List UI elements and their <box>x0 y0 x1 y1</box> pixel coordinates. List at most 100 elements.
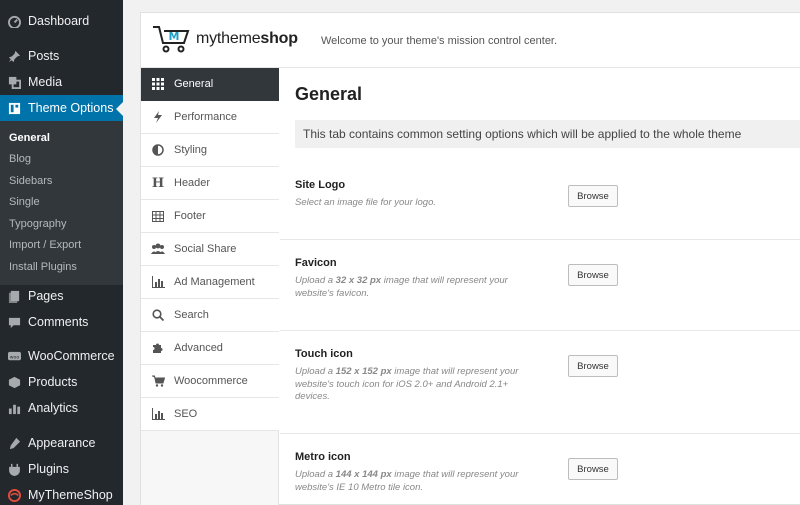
tab-label: SEO <box>174 408 198 420</box>
sidebar-item-products[interactable]: Products <box>0 369 123 395</box>
divider <box>280 239 800 240</box>
divider <box>280 433 800 434</box>
sidebar-item-appearance[interactable]: Appearance <box>0 430 123 456</box>
tab-label: Styling <box>174 144 208 156</box>
submenu-item-install-plugins[interactable]: Install Plugins <box>9 261 77 273</box>
browse-button[interactable]: Browse <box>568 264 618 286</box>
submenu-item-typography[interactable]: Typography <box>9 218 66 230</box>
option-description: Upload a 32 x 32 px image that will repr… <box>295 275 508 299</box>
sidebar-item-label: Theme Options <box>28 101 114 115</box>
media-icon <box>7 75 21 89</box>
analytics-icon <box>7 401 21 415</box>
cart-logo-icon: M <box>153 26 190 53</box>
browse-button[interactable]: Browse <box>568 355 618 377</box>
admin-sidebar: Dashboard Posts Media Theme Options Gene… <box>0 0 123 505</box>
tab-description: This tab contains common setting options… <box>295 120 800 148</box>
theme-options-icon <box>7 101 21 115</box>
tab-search[interactable]: Search <box>141 299 279 332</box>
tab-footer[interactable]: Footer <box>141 200 279 233</box>
puzzle-icon <box>151 341 165 355</box>
grid-icon <box>151 77 165 91</box>
sidebar-item-label: Appearance <box>28 436 96 450</box>
search-icon <box>151 308 165 322</box>
header-icon: H <box>151 175 165 191</box>
appearance-icon <box>7 436 21 450</box>
sidebar-item-analytics[interactable]: Analytics <box>0 395 123 421</box>
option-description: Upload a 144 x 144 px image that will re… <box>295 469 519 493</box>
option-touch-icon: Touch icon Upload a 152 x 152 px image t… <box>295 348 800 404</box>
sidebar-item-label: Media <box>28 75 63 89</box>
logo-text-suffix: shop <box>260 30 298 47</box>
option-metro-icon: Metro icon Upload a 144 x 144 px image t… <box>295 451 800 494</box>
theme-options-panel: M mythemeshop Welcome to your theme's mi… <box>140 12 800 505</box>
submenu-item-single[interactable]: Single <box>9 196 40 208</box>
tab-label: Advanced <box>174 342 223 354</box>
tab-label: General <box>174 78 214 90</box>
option-title: Favicon <box>295 257 337 269</box>
sidebar-item-label: Dashboard <box>28 14 90 28</box>
pin-icon <box>7 49 21 63</box>
browse-button[interactable]: Browse <box>568 185 618 207</box>
contrast-icon <box>151 143 165 157</box>
sidebar-item-pages[interactable]: Pages <box>0 283 123 309</box>
sidebar-item-label: WooCommerce <box>28 349 115 363</box>
sidebar-item-label: Posts <box>28 49 60 63</box>
sidebar-item-woocommerce[interactable]: woo WooCommerce <box>0 343 123 369</box>
browse-button[interactable]: Browse <box>568 458 618 480</box>
sidebar-item-comments[interactable]: Comments <box>0 309 123 335</box>
submenu-item-import-export[interactable]: Import / Export <box>9 239 81 251</box>
welcome-text: Welcome to your theme's mission control … <box>321 35 558 47</box>
sidebar-item-dashboard[interactable]: Dashboard <box>0 8 123 34</box>
tab-social-share[interactable]: Social Share <box>141 233 279 266</box>
comments-icon <box>7 315 21 329</box>
sidebar-item-media[interactable]: Media <box>0 69 123 95</box>
submenu-item-general[interactable]: General <box>9 132 50 144</box>
logo-text-prefix: mytheme <box>196 30 261 47</box>
tab-woocommerce[interactable]: Woocommerce <box>141 365 279 398</box>
tab-advanced[interactable]: Advanced <box>141 332 279 365</box>
option-site-logo: Site Logo Select an image file for your … <box>295 179 800 210</box>
bar-chart-icon <box>151 407 165 421</box>
svg-text:M: M <box>169 30 180 43</box>
sidebar-item-label: MyThemeShop <box>28 488 113 502</box>
sidebar-item-label: Products <box>28 375 78 389</box>
dashboard-icon <box>7 14 21 28</box>
page-title: General <box>295 84 363 104</box>
option-title: Metro icon <box>295 451 351 463</box>
tab-styling[interactable]: Styling <box>141 134 279 167</box>
divider <box>280 330 800 331</box>
tab-performance[interactable]: Performance <box>141 101 279 134</box>
tab-header[interactable]: H Header <box>141 167 279 200</box>
sidebar-item-label: Analytics <box>28 401 79 415</box>
option-description: Upload a 152 x 152 px image that will re… <box>295 366 519 402</box>
sidebar-item-label: Plugins <box>28 462 69 476</box>
sidebar-item-mythemeshop[interactable]: MyThemeShop <box>0 482 123 505</box>
sidebar-item-plugins[interactable]: Plugins <box>0 456 123 482</box>
submenu-item-sidebars[interactable]: Sidebars <box>9 175 52 187</box>
svg-text:woo: woo <box>9 355 19 360</box>
pages-icon <box>7 289 21 303</box>
tab-general[interactable]: General <box>141 68 279 101</box>
sidebar-item-label: Pages <box>28 289 64 303</box>
tab-label: Woocommerce <box>174 375 248 387</box>
options-tabs: General Performance Styling H Header Foo… <box>141 68 279 505</box>
products-icon <box>7 375 21 389</box>
sidebar-item-posts[interactable]: Posts <box>0 43 123 69</box>
plugins-icon <box>7 462 21 476</box>
tab-label: Performance <box>174 111 237 123</box>
sidebar-item-theme-options[interactable]: Theme Options <box>0 95 123 121</box>
panel-header: M mythemeshop Welcome to your theme's mi… <box>141 13 800 68</box>
tab-label: Search <box>174 309 209 321</box>
tab-label: Footer <box>174 210 206 222</box>
sidebar-item-label: Comments <box>28 315 89 329</box>
theme-options-submenu: General Blog Sidebars Single Typography … <box>0 121 123 285</box>
tab-ad-management[interactable]: Ad Management <box>141 266 279 299</box>
tab-seo[interactable]: SEO <box>141 398 279 431</box>
option-favicon: Favicon Upload a 32 x 32 px image that w… <box>295 257 800 300</box>
options-content: General This tab contains common setting… <box>280 68 800 505</box>
option-description: Select an image file for your logo. <box>295 197 436 208</box>
submenu-item-blog[interactable]: Blog <box>9 153 31 165</box>
cart-icon <box>151 374 165 388</box>
tab-label: Social Share <box>174 243 237 255</box>
bar-chart-icon <box>151 275 165 289</box>
